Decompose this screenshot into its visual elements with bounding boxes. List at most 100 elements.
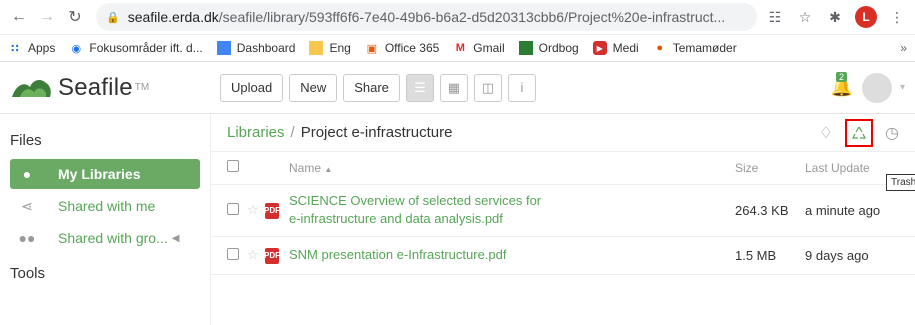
lock-icon: 🔒	[106, 11, 120, 24]
file-name-link[interactable]: SNM presentation e-Infrastructure.pdf	[289, 236, 735, 275]
forward-arrow-icon[interactable]: →	[36, 6, 58, 28]
browser-toolbar: ← → ↻ 🔒 seafile.erda.dk/seafile/library/…	[0, 0, 915, 35]
seafile-logo[interactable]: Seafile TM	[10, 74, 220, 102]
dashboard-icon	[216, 41, 231, 55]
file-name-link[interactable]: SCIENCE Overview of selected services fo…	[289, 184, 735, 237]
sidebar: Files ● My Libraries ⋖ Shared with me ●●…	[0, 114, 210, 325]
bookmark-label: Dashboard	[236, 41, 296, 55]
notification-badge: 2	[835, 71, 847, 82]
sidebar-item-label: Shared with gro...	[58, 230, 168, 246]
tag-icon[interactable]: ♢	[819, 123, 833, 143]
bookmark-label: Eng	[329, 41, 351, 55]
user-icon: ●	[22, 166, 32, 182]
pdf-file-icon: PDF	[264, 247, 280, 264]
bookmark-label: Apps	[28, 41, 56, 55]
user-avatar[interactable]	[861, 72, 892, 103]
info-icon[interactable]: i	[507, 73, 536, 102]
bookmark-apps[interactable]: ∷ Apps	[8, 41, 55, 55]
breadcrumb: Libraries / Project e-infrastructure ♢ ◷	[211, 114, 915, 152]
row-checkbox[interactable]	[227, 247, 239, 260]
select-all-checkbox[interactable]	[227, 160, 239, 173]
recycle-icon	[852, 126, 867, 139]
file-size: 264.3 KB	[735, 184, 805, 237]
address-bar[interactable]: 🔒 seafile.erda.dk/seafile/library/593ff6…	[96, 3, 757, 31]
sidebar-item-shared-with-me[interactable]: ⋖ Shared with me	[10, 191, 200, 221]
bookmark-fokus[interactable]: ◉ Fokusområder ift. d...	[69, 41, 203, 55]
profile-avatar[interactable]: L	[855, 6, 877, 28]
table-row[interactable]: ☆ PDF SNM presentation e-Infrastructure.…	[211, 236, 915, 275]
history-clock-icon[interactable]: ◷	[885, 123, 899, 143]
sidebar-item-my-libraries[interactable]: ● My Libraries	[10, 159, 200, 189]
column-header-name[interactable]: Name ▲	[289, 152, 735, 185]
share-button[interactable]: Share	[343, 73, 400, 102]
column-header-size[interactable]: Size	[735, 152, 805, 185]
apps-grid-icon: ∷	[11, 42, 19, 55]
url-path: /seafile/library/593ff6f6-7e40-49b6-b6a2…	[218, 9, 726, 25]
pdf-file-icon: PDF	[264, 202, 280, 219]
bookmark-eng[interactable]: Eng	[309, 41, 351, 55]
extensions-icon[interactable]: ✱	[825, 7, 845, 27]
file-table: Name ▲ Size Last Update ☆ PDF SCIENCE Ov…	[211, 152, 915, 275]
notification-bell-icon[interactable]: 🔔 2	[830, 71, 854, 100]
file-size: 1.5 MB	[735, 236, 805, 275]
logo-text: Seafile	[58, 73, 133, 101]
translate-icon[interactable]: ☷	[765, 7, 785, 27]
column-view-icon[interactable]: ◫	[473, 73, 502, 102]
group-icon: ●●	[18, 230, 36, 246]
bookmark-label: Gmail	[473, 41, 505, 55]
star-bookmark-icon[interactable]: ☆	[795, 7, 815, 27]
row-checkbox[interactable]	[227, 202, 239, 215]
bookmarks-overflow-icon[interactable]: »	[900, 41, 907, 55]
office-icon: ▣	[366, 42, 378, 55]
breadcrumb-libraries[interactable]: Libraries	[227, 124, 285, 141]
gmail-icon: M	[455, 42, 465, 54]
bookmarks-bar: ∷ Apps ◉ Fokusområder ift. d... Dashboard …	[0, 35, 915, 62]
logo-trademark: TM	[134, 82, 150, 93]
bookmark-label: Fokusområder ift. d...	[89, 41, 203, 55]
bookmark-label: Ordbog	[538, 41, 579, 55]
url-host: seafile.erda.dk	[127, 9, 219, 25]
youtube-icon: ▶	[592, 41, 607, 55]
sidebar-item-label: My Libraries	[58, 166, 141, 182]
chevron-down-icon[interactable]: ▾	[900, 82, 905, 93]
pin-icon: ●	[656, 42, 664, 54]
app-header: Seafile TM Upload New Share ☰ ▦ ◫ i 🔔 2 ▾	[0, 62, 915, 114]
bookmark-label: Office 365	[384, 41, 440, 55]
trash-icon[interactable]	[845, 118, 874, 147]
book-icon	[518, 41, 533, 55]
folder-icon	[309, 41, 324, 55]
target-icon: ◉	[71, 42, 82, 55]
sidebar-item-shared-with-groups[interactable]: ●● Shared with gro... ◀	[10, 223, 200, 253]
star-icon[interactable]: ☆	[247, 236, 265, 275]
share-icon: ⋖	[21, 197, 33, 214]
sort-asc-icon: ▲	[324, 164, 333, 174]
bookmark-gmail[interactable]: M Gmail	[453, 41, 505, 55]
breadcrumb-separator: /	[290, 124, 295, 141]
tools-heading: Tools	[10, 265, 46, 282]
table-row[interactable]: ☆ PDF SCIENCE Overview of selected servi…	[211, 184, 915, 237]
list-view-icon[interactable]: ☰	[405, 73, 434, 102]
reload-icon[interactable]: ↻	[64, 6, 86, 28]
bookmark-medi[interactable]: ▶ Medi	[592, 41, 639, 55]
caret-left-icon[interactable]: ◀	[172, 233, 180, 244]
seafile-logo-icon	[12, 79, 51, 97]
breadcrumb-current: Project e-infrastructure	[300, 124, 453, 141]
file-toolbar: Upload New Share ☰ ▦ ◫ i	[220, 73, 536, 102]
menu-kebab-icon[interactable]: ⋮	[887, 7, 907, 27]
upload-button[interactable]: Upload	[220, 73, 284, 102]
bookmark-label: Medi	[612, 41, 639, 55]
files-heading: Files	[10, 132, 42, 149]
back-arrow-icon[interactable]: ←	[8, 6, 30, 28]
bookmark-dashboard[interactable]: Dashboard	[216, 41, 296, 55]
sidebar-item-label: Shared with me	[58, 198, 156, 214]
bookmark-label: Temamøder	[672, 41, 737, 55]
file-updated: 9 days ago	[805, 236, 915, 275]
file-browser: Libraries / Project e-infrastructure ♢ ◷	[210, 114, 915, 325]
bookmark-temamoder[interactable]: ● Temamøder	[653, 41, 737, 55]
bookmark-ordbog[interactable]: Ordbog	[518, 41, 579, 55]
trash-tooltip: Trash	[886, 174, 915, 191]
grid-view-icon[interactable]: ▦	[439, 73, 468, 102]
new-button[interactable]: New	[289, 73, 338, 102]
bookmark-office365[interactable]: ▣ Office 365	[365, 41, 440, 55]
star-icon[interactable]: ☆	[247, 184, 265, 237]
